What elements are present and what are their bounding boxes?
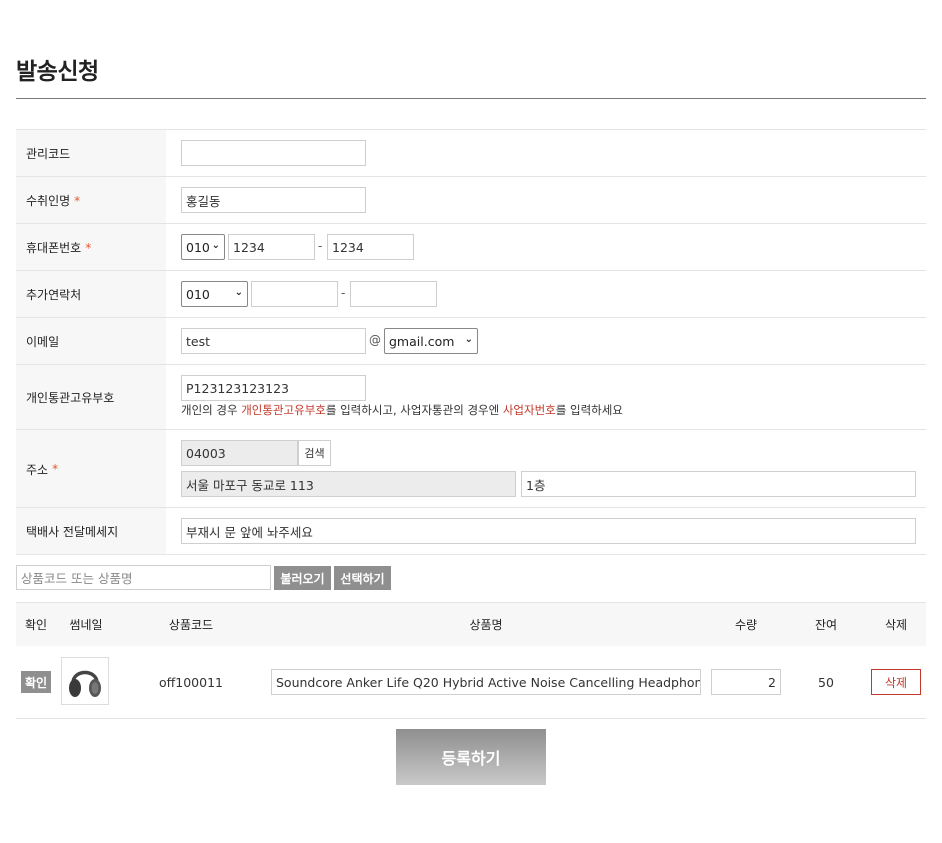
address-search-button[interactable]: 검색 — [298, 440, 331, 466]
note-text-3: 를 입력하세요 — [555, 403, 623, 417]
required-mark: * — [52, 462, 59, 476]
qty-input[interactable]: 2 — [711, 669, 781, 695]
customs-code-input[interactable]: P123123123123 — [181, 375, 366, 401]
product-table-header: 확인 썸네일 상품코드 상품명 수량 잔여 삭제 — [16, 602, 926, 646]
product-name-input[interactable]: Soundcore Anker Life Q20 Hybrid Active N… — [271, 669, 701, 695]
row-customs-code: 개인통관고유부호 — [16, 364, 926, 430]
title-divider — [16, 98, 926, 99]
label-email: 이메일 — [16, 318, 166, 365]
headphones-icon — [69, 670, 101, 697]
label-recipient: 수취인명 * — [16, 177, 166, 224]
th-thumbnail: 썸네일 — [69, 618, 103, 632]
extra-prefix-select[interactable]: 010 ⌄ — [181, 281, 248, 307]
label-courier-msg: 택배사 전달메세지 — [16, 508, 166, 555]
th-name: 상품명 — [469, 618, 503, 632]
address-line2-input[interactable]: 1층 — [521, 471, 916, 497]
note-highlight-2: 사업자번호 — [502, 403, 556, 417]
row-extra-contact: 추가연락처 — [16, 270, 926, 318]
chevron-down-icon: ⌄ — [234, 287, 243, 298]
delete-button[interactable]: 삭제 — [871, 669, 921, 695]
load-button[interactable]: 불러오기 — [274, 566, 331, 590]
mgmt-code-input[interactable] — [181, 140, 366, 166]
extra-dash: - — [341, 286, 346, 300]
th-code: 상품코드 — [168, 618, 214, 632]
mobile-dash: - — [318, 239, 323, 253]
th-delete: 삭제 — [884, 618, 908, 632]
chevron-down-icon: ⌄ — [211, 240, 220, 251]
required-mark: * — [85, 240, 92, 255]
extra-middle-input[interactable] — [251, 281, 338, 307]
label-recipient-text: 수취인명 — [26, 194, 71, 208]
th-confirm: 확인 — [24, 618, 48, 632]
required-mark: * — [74, 193, 81, 208]
product-search-input[interactable]: 상품코드 또는 상품명 — [16, 565, 271, 590]
extra-prefix-value: 010 — [186, 286, 210, 302]
email-local-input[interactable]: test — [181, 328, 366, 354]
product-code: off100011 — [159, 674, 223, 690]
confirm-button[interactable]: 확인 — [21, 671, 51, 693]
form-bottom-divider — [16, 554, 926, 555]
note-text-1: 개인의 경우 — [181, 403, 242, 417]
mobile-prefix-value: 010 — [186, 239, 210, 255]
select-button[interactable]: 선택하기 — [334, 566, 391, 590]
submit-button[interactable]: 등록하기 — [396, 729, 546, 785]
row-mobile: 휴대폰번호 * — [16, 223, 926, 271]
note-text-2: 를 입력하시고, 사업자통관의 경우엔 — [325, 403, 503, 417]
label-mgmt-code: 관리코드 — [16, 130, 166, 177]
row-recipient: 수취인명 * — [16, 176, 926, 224]
label-address-text: 주소 — [26, 462, 49, 477]
extra-last-input[interactable] — [350, 281, 437, 307]
email-at: @ — [369, 333, 381, 347]
th-remain: 잔여 — [814, 618, 838, 632]
zip-input[interactable]: 04003 — [181, 440, 298, 466]
row-mgmt-code: 관리코드 — [16, 129, 926, 177]
recipient-input[interactable]: 홍길동 — [181, 187, 366, 213]
customs-code-note: 개인의 경우 개인통관고유부호를 입력하시고, 사업자통관의 경우엔 사업자번호… — [181, 402, 623, 418]
label-address: 주소 * — [16, 430, 166, 508]
label-mobile-text: 휴대폰번호 — [26, 241, 82, 255]
email-domain-value: gmail.com — [389, 333, 455, 349]
page-title: 발송신청 — [16, 59, 99, 85]
address-line1-input[interactable]: 서울 마포구 동교로 113 — [181, 471, 516, 497]
remain-value: 50 — [818, 674, 834, 690]
table-bottom-divider — [16, 718, 926, 719]
mobile-last-input[interactable]: 1234 — [327, 234, 414, 260]
mobile-middle-input[interactable]: 1234 — [228, 234, 315, 260]
label-extra-contact: 추가연락처 — [16, 271, 166, 318]
label-mobile: 휴대폰번호 * — [16, 224, 166, 271]
chevron-down-icon: ⌄ — [464, 334, 473, 345]
product-thumbnail — [61, 657, 109, 705]
note-highlight-1: 개인통관고유부호 — [241, 403, 326, 417]
email-domain-select[interactable]: gmail.com ⌄ — [384, 328, 478, 354]
th-qty: 수량 — [734, 618, 758, 632]
mobile-prefix-select[interactable]: 010 ⌄ — [181, 234, 225, 260]
label-customs-code: 개인통관고유부호 — [16, 365, 166, 430]
courier-msg-input[interactable]: 부재시 문 앞에 놔주세요 — [181, 518, 916, 544]
product-search-placeholder: 상품코드 또는 상품명 — [21, 571, 133, 586]
